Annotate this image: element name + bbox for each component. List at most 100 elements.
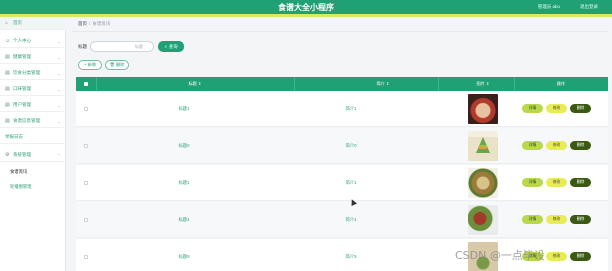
row-checkbox[interactable] — [84, 107, 88, 111]
row-actions: 详情 修改 删除 — [522, 141, 591, 150]
cell-title: 标题1 — [178, 106, 190, 111]
cell-title: 标题4 — [178, 217, 190, 222]
app-title: 食谱大全小程序 — [278, 3, 334, 12]
list-icon: ▤ — [5, 69, 10, 76]
cell-intro: 简介0 — [345, 143, 357, 148]
doc-icon: ▤ — [5, 53, 10, 60]
sidebar-item-label: 口味管理 — [13, 86, 31, 91]
breadcrumb-current: 食谱资讯 — [92, 21, 111, 26]
sidebar-item-profile[interactable]: ☺ 个人中心 ⌄ — [0, 35, 66, 48]
sidebar-item-taste[interactable]: ▤ 口味管理 ⌄ — [0, 83, 66, 96]
current-user-label: 管理员 abo — [537, 4, 560, 9]
chevron-down-icon: ⌄ — [57, 38, 61, 44]
recipe-image — [468, 131, 498, 161]
delete-button[interactable]: 删除 — [570, 141, 591, 150]
add-button[interactable]: + 新增 — [78, 60, 102, 70]
divider — [72, 31, 608, 32]
top-accent-bar — [0, 14, 612, 17]
sidebar-subitem-carousel[interactable]: 轮播图管理 — [10, 184, 31, 190]
cell-title: 标题5 — [178, 254, 190, 259]
delete-button[interactable]: 删除 — [570, 215, 591, 224]
users-icon: ▤ — [5, 101, 10, 108]
row-checkbox[interactable] — [84, 218, 88, 222]
search-button[interactable]: ⌕ 查询 — [158, 41, 184, 52]
trash-icon: 🗑 — [109, 62, 115, 67]
chevron-down-icon: ⌄ — [57, 102, 61, 108]
sidebar-item-label: 个人中心 — [13, 38, 31, 43]
row-checkbox[interactable] — [84, 144, 88, 148]
sidebar-item-label: 用户管理 — [13, 102, 31, 107]
top-bar: 食谱大全小程序 管理员 abo 退出登录 — [0, 0, 612, 14]
sidebar-item-label: 健康管理 — [13, 54, 31, 59]
cell-intro: 简介4 — [345, 217, 357, 222]
sidebar-item-label: 系统管理 — [13, 152, 31, 157]
sidebar-subitem-recipe-news[interactable]: 食谱资讯 — [10, 169, 27, 175]
breadcrumb-home[interactable]: 首页 — [78, 21, 87, 26]
cell-title: 标题0 — [178, 143, 190, 148]
recipe-image — [468, 168, 498, 198]
breadcrumb: 首页 / 食谱资讯 — [78, 21, 110, 27]
detail-button[interactable]: 详情 — [522, 141, 543, 150]
sidebar-item-system[interactable]: ⚙ 系统管理 ⌃ — [0, 149, 66, 162]
row-actions: 详情 修改 删除 — [522, 215, 591, 224]
user-icon: ☺ — [5, 37, 11, 44]
cell-intro: 简介1 — [345, 106, 357, 111]
recipe-image — [468, 94, 498, 124]
detail-button[interactable]: 详情 — [522, 104, 543, 113]
sidebar: ⌂ 首页 ☺ 个人中心 ⌄ ▤ 健康管理 ⌄ ▤ 饮食分类管理 ⌄ ▤ 口味管理… — [0, 17, 66, 271]
sidebar-item-diet-category[interactable]: ▤ 饮食分类管理 ⌄ — [0, 67, 66, 80]
sidebar-item-label: 食谱信息管理 — [13, 118, 40, 123]
logout-link[interactable]: 退出登录 — [580, 4, 598, 10]
list-icon: ▤ — [5, 85, 10, 92]
delete-button[interactable]: 删除 — [570, 178, 591, 187]
table-row: 标题0 简介0 详情 修改 删除 — [76, 128, 608, 164]
table-row: 标题4 简介4 详情 修改 删除 — [76, 202, 608, 238]
search-button-label: 查询 — [168, 43, 178, 49]
book-icon: ▤ — [5, 117, 10, 124]
breadcrumb-separator: / — [89, 21, 91, 26]
table-header: 标题 ⇕ 简介 ⇕ 图片 ⇕ 操作 — [76, 77, 608, 91]
search-input[interactable]: 标题 — [90, 41, 154, 52]
recipe-image — [468, 205, 498, 235]
cell-intro: 简介5 — [345, 254, 357, 259]
sidebar-item-health[interactable]: ▤ 健康管理 ⌄ — [0, 51, 66, 64]
sidebar-item-report-log[interactable]: 举报日志 — [0, 131, 66, 144]
settings-icon: ⚙ — [5, 151, 10, 158]
home-icon: ⌂ — [5, 19, 9, 26]
select-all-checkbox[interactable] — [84, 82, 88, 86]
sidebar-item-users[interactable]: ▤ 用户管理 ⌄ — [0, 99, 66, 112]
edit-button[interactable]: 修改 — [546, 104, 567, 113]
sidebar-item-label: 首页 — [13, 20, 22, 25]
column-header-title[interactable]: 标题 ⇕ — [96, 81, 294, 87]
sidebar-item-home[interactable]: ⌂ 首页 — [0, 17, 66, 30]
edit-button[interactable]: 修改 — [546, 252, 567, 261]
table-row: 标题1 简介1 详情 修改 删除 — [76, 165, 608, 201]
search-icon: ⌕ — [164, 44, 167, 49]
search-label: 标题 — [78, 44, 87, 49]
batch-delete-button[interactable]: 🗑 删除 — [105, 60, 129, 70]
edit-button[interactable]: 修改 — [546, 215, 567, 224]
detail-button[interactable]: 详情 — [522, 215, 543, 224]
delete-button[interactable]: 删除 — [570, 252, 591, 261]
delete-button[interactable]: 删除 — [570, 104, 591, 113]
sidebar-item-label: 举报日志 — [5, 134, 23, 139]
edit-button[interactable]: 修改 — [546, 178, 567, 187]
row-checkbox[interactable] — [84, 255, 88, 259]
chevron-down-icon: ⌄ — [57, 54, 61, 60]
chevron-up-icon: ⌃ — [57, 152, 61, 158]
detail-button[interactable]: 详情 — [522, 178, 543, 187]
cell-title: 标题1 — [178, 180, 190, 185]
table-row: 标题1 简介1 详情 修改 删除 — [76, 91, 608, 127]
chevron-down-icon: ⌄ — [57, 118, 61, 124]
sidebar-item-label: 饮食分类管理 — [13, 70, 40, 75]
watermark: CSDN @一点毕设 — [455, 249, 545, 262]
edit-button[interactable]: 修改 — [546, 141, 567, 150]
chevron-down-icon: ⌄ — [57, 86, 61, 92]
cell-intro: 简介1 — [345, 180, 357, 185]
chevron-down-icon: ⌄ — [57, 70, 61, 76]
row-actions: 详情 修改 删除 — [522, 104, 591, 113]
sidebar-item-recipes[interactable]: ▤ 食谱信息管理 ⌄ — [0, 115, 66, 128]
batch-delete-label: 删除 — [115, 62, 125, 67]
row-checkbox[interactable] — [84, 181, 88, 185]
row-actions: 详情 修改 删除 — [522, 178, 591, 187]
